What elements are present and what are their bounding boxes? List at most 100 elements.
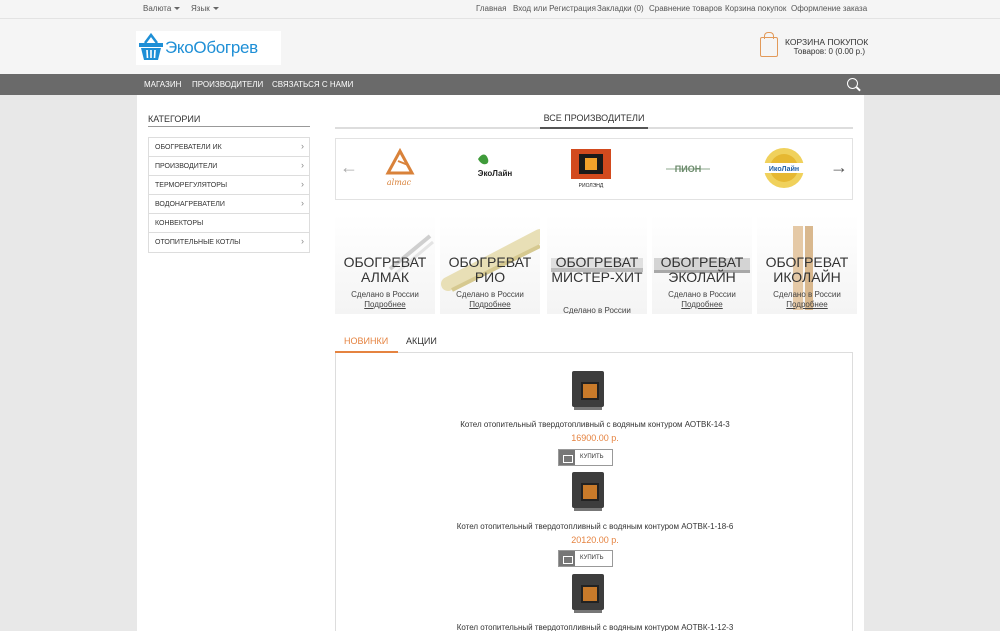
banner-subtitle: Сделано в России	[563, 306, 631, 314]
link-checkout[interactable]: Оформление заказа	[791, 4, 867, 13]
product-image[interactable]	[570, 470, 606, 511]
banner-rio[interactable]: ОБОГРЕВАТ РИО Сделано в России Подробнее	[440, 214, 540, 314]
brand-name: ИкоЛайн	[769, 165, 799, 173]
product-name[interactable]: Котел отопительный твердотопливный с вод…	[336, 522, 852, 531]
product-name[interactable]: Котел отопительный твердотопливный с вод…	[336, 420, 852, 429]
chevron-down-icon	[174, 7, 181, 11]
logo-text: ЭкоОбогрев	[165, 38, 258, 57]
ekolain-logo-icon: ЭкоЛайн	[478, 154, 513, 178]
category-item-water-heaters[interactable]: ВОДОНАГРЕВАТЕЛИ ›	[149, 195, 309, 214]
chevron-down-icon	[212, 7, 219, 11]
link-login-register[interactable]: Вход или Регистрация	[513, 4, 596, 13]
category-label: ОБОГРЕВАТЕЛИ ИК	[155, 144, 222, 151]
manufacturers-title: ВСЕ ПРОИЗВОДИТЕЛИ	[543, 113, 645, 123]
brand-name: almac	[387, 178, 412, 187]
brand-logo-rioland[interactable]: РИОЛЭНД	[566, 145, 616, 191]
chevron-right-icon: ›	[301, 179, 304, 189]
basket-logo-icon	[139, 32, 163, 60]
brand-logo-ikolain[interactable]: ИкоЛайн	[758, 145, 810, 191]
cart-title[interactable]: КОРЗИНА ПОКУПОК	[785, 37, 868, 47]
category-label: КОНВЕКТОРЫ	[155, 220, 204, 227]
pion-logo-icon: ПИОН	[666, 164, 710, 174]
language-label: Язык	[191, 4, 210, 13]
brand-logo-ekolain[interactable]: ЭкоЛайн	[468, 145, 520, 191]
currency-label: Валюта	[143, 4, 172, 13]
category-list: ОБОГРЕВАТЕЛИ ИК › ПРОИЗВОДИТЕЛИ › ТЕРМОРЕГ…	[148, 137, 310, 253]
divider-accent	[540, 127, 648, 129]
search-icon[interactable]	[847, 78, 858, 89]
banner-ikolain[interactable]: ОБОГРЕВАТ ИКОЛАЙН Сделано в России Подро…	[757, 214, 857, 314]
site-logo[interactable]: ЭкоОбогрев	[136, 31, 281, 65]
brand-name: РИОЛЭНД	[579, 183, 604, 189]
currency-dropdown[interactable]: Валюта	[143, 4, 181, 13]
banner-more-link[interactable]: Подробнее	[652, 300, 752, 309]
product-card: Котел отопительный твердотопливный с вод…	[336, 353, 852, 466]
banner-subtitle: Сделано в России	[456, 290, 524, 299]
top-bar: Валюта Язык Главная Вход или Регистрация…	[0, 0, 1000, 19]
banner-more-link[interactable]: Подробнее	[335, 300, 435, 309]
banner-title: ОБОГРЕВАТ ЭКОЛАЙН	[660, 254, 744, 285]
product-name[interactable]: Котел отопительный твердотопливный с вод…	[336, 623, 852, 631]
nav-item-shop[interactable]: МАГАЗИН	[144, 80, 181, 89]
category-item-thermostats[interactable]: ТЕРМОРЕГУЛЯТОРЫ ›	[149, 176, 309, 195]
product-image[interactable]	[570, 369, 606, 410]
banner-title: ОБОГРЕВАТ АЛМАК	[343, 254, 427, 285]
chevron-right-icon: ›	[301, 198, 304, 208]
nav-item-contact[interactable]: СВЯЗАТЬСЯ С НАМИ	[272, 80, 353, 89]
almac-logo-icon: almac	[385, 147, 415, 187]
product-price: 20120.00 р.	[571, 535, 619, 545]
product-card: Котел отопительный твердотопливный с вод…	[336, 454, 852, 567]
categories-title: КАТЕГОРИИ	[148, 114, 201, 124]
tab-new[interactable]: НОВИНКИ	[344, 336, 388, 346]
chevron-right-icon: ›	[301, 236, 304, 246]
divider	[148, 126, 310, 127]
brand-logo-almac[interactable]: almac	[374, 145, 424, 191]
shopping-bag-icon[interactable]	[760, 32, 778, 57]
banner-subtitle: Сделано в России	[351, 290, 419, 299]
banner-ekolain[interactable]: ОБОГРЕВАТ ЭКОЛАЙН Сделано в России Подро…	[652, 214, 752, 314]
product-image[interactable]	[570, 572, 606, 613]
category-item-ir-heaters[interactable]: ОБОГРЕВАТЕЛИ ИК ›	[149, 138, 309, 157]
category-label: ОТОПИТЕЛЬНЫЕ КОТЛЫ	[155, 239, 241, 246]
banner-mister-hit[interactable]: ОБОГРЕВАТ МИСТЕР-ХИТ Сделано в России	[547, 214, 647, 314]
category-item-manufacturers[interactable]: ПРОИЗВОДИТЕЛИ ›	[149, 157, 309, 176]
product-tabs: НОВИНКИ АКЦИИ	[335, 333, 853, 353]
cart-summary[interactable]: Товаров: 0 (0.00 р.)	[794, 47, 865, 56]
product-price: 16900.00 р.	[571, 433, 619, 443]
link-bookmarks[interactable]: Закладки (0)	[597, 4, 644, 13]
category-label: ВОДОНАГРЕВАТЕЛИ	[155, 201, 225, 208]
brand-name: ЭкоЛайн	[478, 169, 513, 178]
banner-title: ОБОГРЕВАТ РИО	[448, 254, 532, 285]
link-home[interactable]: Главная	[476, 4, 506, 13]
link-compare[interactable]: Сравнение товаров	[649, 4, 722, 13]
banner-more-link[interactable]: Подробнее	[757, 300, 857, 309]
link-cart[interactable]: Корзина покупок	[725, 4, 786, 13]
category-item-boilers[interactable]: ОТОПИТЕЛЬНЫЕ КОТЛЫ ›	[149, 233, 309, 252]
manufacturers-carousel: ← → almac ЭкоЛайн РИОЛЭНД ПИОН ИкоЛайн	[335, 138, 853, 200]
stove-image	[572, 574, 604, 613]
banner-title: ОБОГРЕВАТ МИСТЕР-ХИТ	[551, 254, 643, 285]
banner-subtitle: Сделано в России	[773, 290, 841, 299]
product-card: Котел отопительный твердотопливный с вод…	[336, 556, 852, 631]
chevron-right-icon: ›	[301, 141, 304, 151]
stove-image	[572, 472, 604, 511]
banner-title: ОБОГРЕВАТ ИКОЛАЙН	[765, 254, 849, 285]
banner-almak[interactable]: ОБОГРЕВАТ АЛМАК Сделано в России Подробн…	[335, 214, 435, 314]
tab-promotions[interactable]: АКЦИИ	[406, 336, 437, 346]
category-label: ТЕРМОРЕГУЛЯТОРЫ	[155, 182, 228, 189]
nav-item-manufacturers[interactable]: ПРОИЗВОДИТЕЛИ	[192, 80, 263, 89]
rioland-logo-icon: РИОЛЭНД	[571, 149, 611, 189]
banner-more-link[interactable]: Подробнее	[440, 300, 540, 309]
chevron-right-icon: ›	[301, 160, 304, 170]
promo-banners: ОБОГРЕВАТ АЛМАК Сделано в России Подробн…	[335, 214, 857, 314]
brand-logo-pion[interactable]: ПИОН	[662, 145, 714, 191]
category-item-convectors[interactable]: КОНВЕКТОРЫ	[149, 214, 309, 233]
category-label: ПРОИЗВОДИТЕЛИ	[155, 163, 218, 170]
ikolain-logo-icon: ИкоЛайн	[764, 148, 804, 188]
stove-image	[572, 371, 604, 410]
product-list: Котел отопительный твердотопливный с вод…	[335, 353, 853, 631]
arrow-left-icon[interactable]: ←	[340, 157, 358, 178]
language-dropdown[interactable]: Язык	[191, 4, 219, 13]
brand-name: ПИОН	[675, 164, 701, 174]
arrow-right-icon[interactable]: →	[830, 157, 848, 178]
